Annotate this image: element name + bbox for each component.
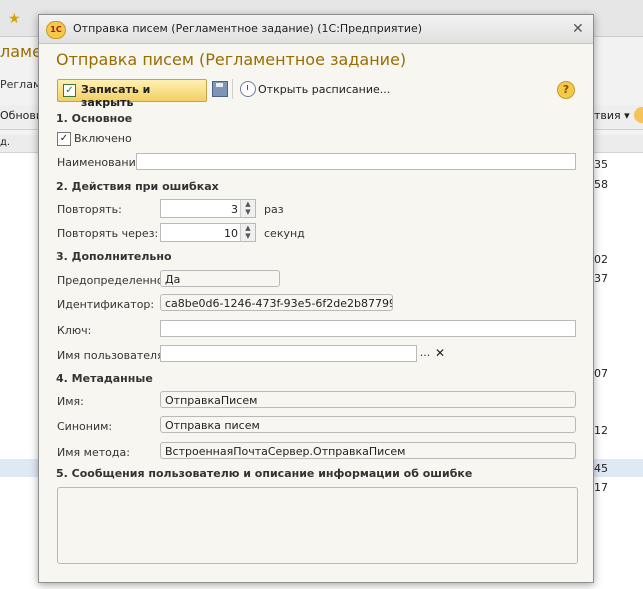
save-icon[interactable] — [212, 81, 228, 97]
save-and-close-label: Записать и закрыть — [81, 83, 151, 109]
open-schedule-button[interactable]: Открыть расписание... — [258, 83, 390, 96]
section-messages: 5. Сообщения пользователю и описание инф… — [56, 467, 473, 480]
clock-icon[interactable] — [240, 81, 256, 97]
name-label: Наименование: — [57, 156, 147, 169]
toolbar-divider — [232, 79, 233, 99]
dialog-titlebar[interactable]: 1С Отправка писем (Регламентное задание)… — [39, 15, 593, 44]
method-field: ВстроеннаяПочтаСервер.ОтправкаПисем — [160, 442, 576, 459]
repeat-count-value: 3 — [231, 203, 238, 216]
background-column-label: д. — [0, 137, 11, 148]
repeat-label: Повторять: — [57, 203, 122, 216]
background-title: ламе — [0, 42, 42, 61]
background-row-value: 35 — [594, 158, 608, 171]
background-help-icon[interactable] — [634, 107, 643, 123]
save-and-close-button[interactable]: ✓ Записать и закрыть — [57, 79, 207, 109]
background-row-value: 37 — [594, 272, 608, 285]
method-label: Имя метода: — [57, 446, 130, 459]
form-title: Отправка писем (Регламентное задание) — [56, 50, 407, 69]
repeat-interval-value: 10 — [224, 227, 238, 240]
meta-name-label: Имя: — [57, 395, 84, 408]
user-label: Имя пользователя: — [57, 349, 168, 362]
scheduled-job-dialog: 1С Отправка писем (Регламентное задание)… — [38, 14, 594, 583]
repeat-count-field[interactable]: 3 ▲ ▼ — [160, 199, 256, 218]
close-icon[interactable]: ✕ — [572, 21, 584, 37]
identifier-label: Идентификатор: — [57, 298, 155, 311]
clear-icon[interactable]: ✕ — [433, 346, 447, 361]
repeat-after-unit: секунд — [264, 227, 305, 240]
identifier-field: ca8be0d6-1246-473f-93e5-6f2de2b87799 — [160, 294, 393, 311]
predefined-label: Предопределенное: — [57, 274, 175, 287]
background-tab[interactable]: Реглам — [0, 78, 41, 91]
checkmark-icon: ✓ — [63, 84, 76, 97]
key-label: Ключ: — [57, 324, 92, 337]
synonym-field: Отправка писем — [160, 416, 576, 433]
background-refresh-button[interactable]: Обнови — [0, 109, 43, 122]
background-actions-menu[interactable]: твия ▾ — [594, 109, 630, 122]
meta-name-field: ОтправкаПисем — [160, 391, 576, 408]
background-row-value: 45 — [594, 462, 608, 475]
background-row-value: 12 — [594, 424, 608, 437]
repeat-after-label: Повторять через: — [57, 227, 159, 240]
select-user-button[interactable]: ... — [417, 346, 433, 361]
section-errors: 2. Действия при ошибках — [56, 180, 219, 193]
background-row-value: 58 — [594, 178, 608, 191]
background-row-value: 17 — [594, 481, 608, 494]
repeat-interval-field[interactable]: 10 ▲ ▼ — [160, 223, 256, 242]
background-row-value: 07 — [594, 367, 608, 380]
enabled-checkbox[interactable]: ✓ — [57, 132, 71, 146]
name-field[interactable] — [136, 153, 576, 170]
enabled-label: Включено — [74, 132, 132, 145]
synonym-label: Синоним: — [57, 420, 113, 433]
spin-stepper-icon[interactable]: ▲ ▼ — [240, 224, 255, 241]
repeat-unit: раз — [264, 203, 284, 216]
section-extra: 3. Дополнительно — [56, 250, 172, 263]
window-title: Отправка писем (Регламентное задание) (1… — [73, 22, 423, 35]
background-row-value: 02 — [594, 253, 608, 266]
app-logo-icon: 1С — [46, 21, 66, 39]
predefined-field: Да — [160, 270, 280, 287]
key-field[interactable] — [160, 320, 576, 337]
favorites-star-icon[interactable]: ★ — [8, 11, 21, 27]
help-icon[interactable]: ? — [557, 81, 575, 99]
section-basic: 1. Основное — [56, 112, 133, 125]
spin-stepper-icon[interactable]: ▲ ▼ — [240, 200, 255, 217]
messages-textarea[interactable] — [57, 487, 578, 564]
user-field[interactable] — [160, 345, 417, 362]
section-metadata: 4. Метаданные — [56, 372, 153, 385]
